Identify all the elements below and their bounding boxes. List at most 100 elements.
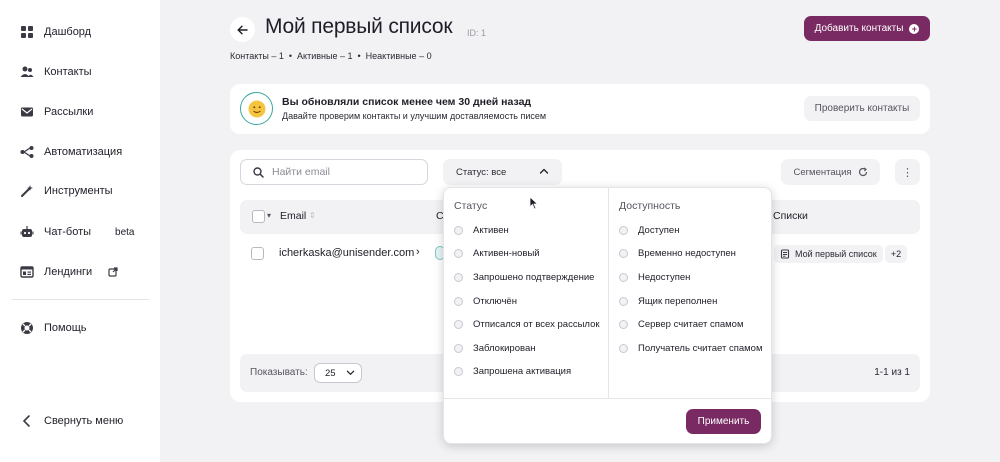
sidebar-item-dashboard[interactable]: Дашборд [20,22,91,42]
kebab-icon: ⋮ [902,166,913,179]
add-contacts-label: Добавить контакты [814,23,904,34]
status-filter-dropdown[interactable]: Статус: все [443,159,562,185]
sidebar: Дашборд Контакты Рассылки Автоматизация … [0,0,160,462]
bot-icon [20,225,34,239]
chevron-down-icon [346,370,355,376]
option-label: Доступен [638,225,680,236]
option-label: Активен-новый [473,248,540,259]
active-count: Активные – 1 [297,51,353,61]
option-label: Отписался от всех рассылок [473,319,600,330]
availability-option[interactable]: Доступен [619,225,679,236]
segmentation-label: Сегментация [793,166,852,178]
separator-dot: • [357,51,361,61]
chevron-down-icon[interactable]: ▾ [267,211,271,220]
radio-button[interactable] [619,226,628,235]
radio-button[interactable] [454,367,463,376]
status-option[interactable]: Отписался от всех рассылок [454,319,600,330]
radio-button[interactable] [454,249,463,258]
tools-icon [20,184,34,198]
availability-option[interactable]: Получатель считает спамом [619,343,762,354]
sidebar-item-label: Автоматизация [44,146,123,158]
sort-icon[interactable]: ⇕ [309,211,316,220]
collapse-menu-button[interactable]: Свернуть меню [20,411,123,431]
radio-button[interactable] [619,273,628,282]
sidebar-item-contacts[interactable]: Контакты [20,62,92,82]
radio-button[interactable] [454,344,463,353]
availability-option[interactable]: Временно недоступен [619,248,736,259]
plus-circle-icon: + [909,23,920,34]
status-section-title: Статус [454,200,488,212]
automation-icon [20,145,34,159]
help-icon [20,321,34,335]
select-all-checkbox[interactable] [252,210,265,223]
row-checkbox[interactable] [251,247,264,260]
update-banner: Вы обновляли список менее чем 30 дней на… [230,84,930,134]
chevron-right-icon[interactable]: › [416,246,420,258]
smiley-icon [240,92,273,125]
status-option[interactable]: Заблокирован [454,343,535,354]
radio-button[interactable] [454,320,463,329]
status-option[interactable]: Запрошено подтверждение [454,272,594,283]
radio-button[interactable] [454,297,463,306]
list-id: ID: 1 [467,28,487,38]
beta-badge: beta [115,226,135,238]
refresh-icon [858,167,867,177]
radio-button[interactable] [454,226,463,235]
option-label: Заблокирован [473,343,536,354]
sidebar-item-help[interactable]: Помощь [20,318,87,338]
sidebar-item-landings[interactable]: Лендинги [20,262,118,282]
option-label: Сервер считает спамом [638,319,744,330]
radio-button[interactable] [619,249,628,258]
option-label: Запрошена активация [473,366,572,377]
option-label: Запрошено подтверждение [473,272,595,283]
status-option[interactable]: Отключён [454,296,517,307]
search-icon [253,166,264,178]
radio-button[interactable] [454,273,463,282]
segmentation-button[interactable]: Сегментация [781,159,880,185]
status-option[interactable]: Запрошена активация [454,366,571,377]
mouse-cursor-icon [529,196,539,210]
sidebar-divider [12,299,149,300]
apply-button[interactable]: Применить [686,409,761,434]
option-label: Получатель считает спамом [638,343,763,354]
radio-button[interactable] [619,320,628,329]
page-range: 1-1 из 1 [874,367,910,378]
sidebar-item-tools[interactable]: Инструменты [20,181,113,201]
sidebar-item-chatbots[interactable]: Чат-боты beta [20,222,135,242]
dashboard-icon [20,25,34,39]
list-chip[interactable]: Мой первый список [774,245,883,263]
sidebar-item-campaigns[interactable]: Рассылки [20,102,93,122]
sidebar-item-label: Контакты [44,66,92,78]
radio-button[interactable] [619,297,628,306]
radio-button[interactable] [619,344,628,353]
back-button[interactable] [230,17,255,42]
add-contacts-button[interactable]: Добавить контакты + [804,16,930,41]
inactive-count: Неактивные – 0 [365,51,432,61]
banner-title: Вы обновляли список менее чем 30 дней на… [282,96,532,108]
search-input[interactable] [272,166,422,178]
contacts-count: Контакты – 1 [230,51,284,61]
sidebar-item-automation[interactable]: Автоматизация [20,142,122,162]
option-label: Ящик переполнен [638,296,718,307]
check-contacts-button[interactable]: Проверить контакты [804,96,920,121]
column-header-lists: Списки [773,210,808,222]
availability-option[interactable]: Недоступен [619,272,690,283]
search-field[interactable] [240,159,428,185]
availability-option[interactable]: Сервер считает спамом [619,319,743,330]
more-options-button[interactable]: ⋮ [895,159,920,185]
row-email[interactable]: icherkaska@unisender.com [279,247,414,259]
column-header-email[interactable]: Email [280,210,306,222]
availability-option[interactable]: Ящик переполнен [619,296,717,307]
status-option[interactable]: Активен-новый [454,248,540,259]
list-icon [780,249,790,259]
chevron-up-icon [539,168,549,174]
page-size-select[interactable]: 25 [314,363,362,383]
option-label: Временно недоступен [638,248,736,259]
column-divider [608,188,609,398]
more-lists-badge[interactable]: +2 [885,245,907,263]
status-option[interactable]: Активен [454,225,509,236]
arrow-left-icon [237,25,248,34]
status-dropdown-menu: Статус Активен Активен-новый Запрошено п… [443,187,772,444]
sidebar-item-label: Свернуть меню [44,415,124,427]
sidebar-item-label: Рассылки [44,106,94,118]
